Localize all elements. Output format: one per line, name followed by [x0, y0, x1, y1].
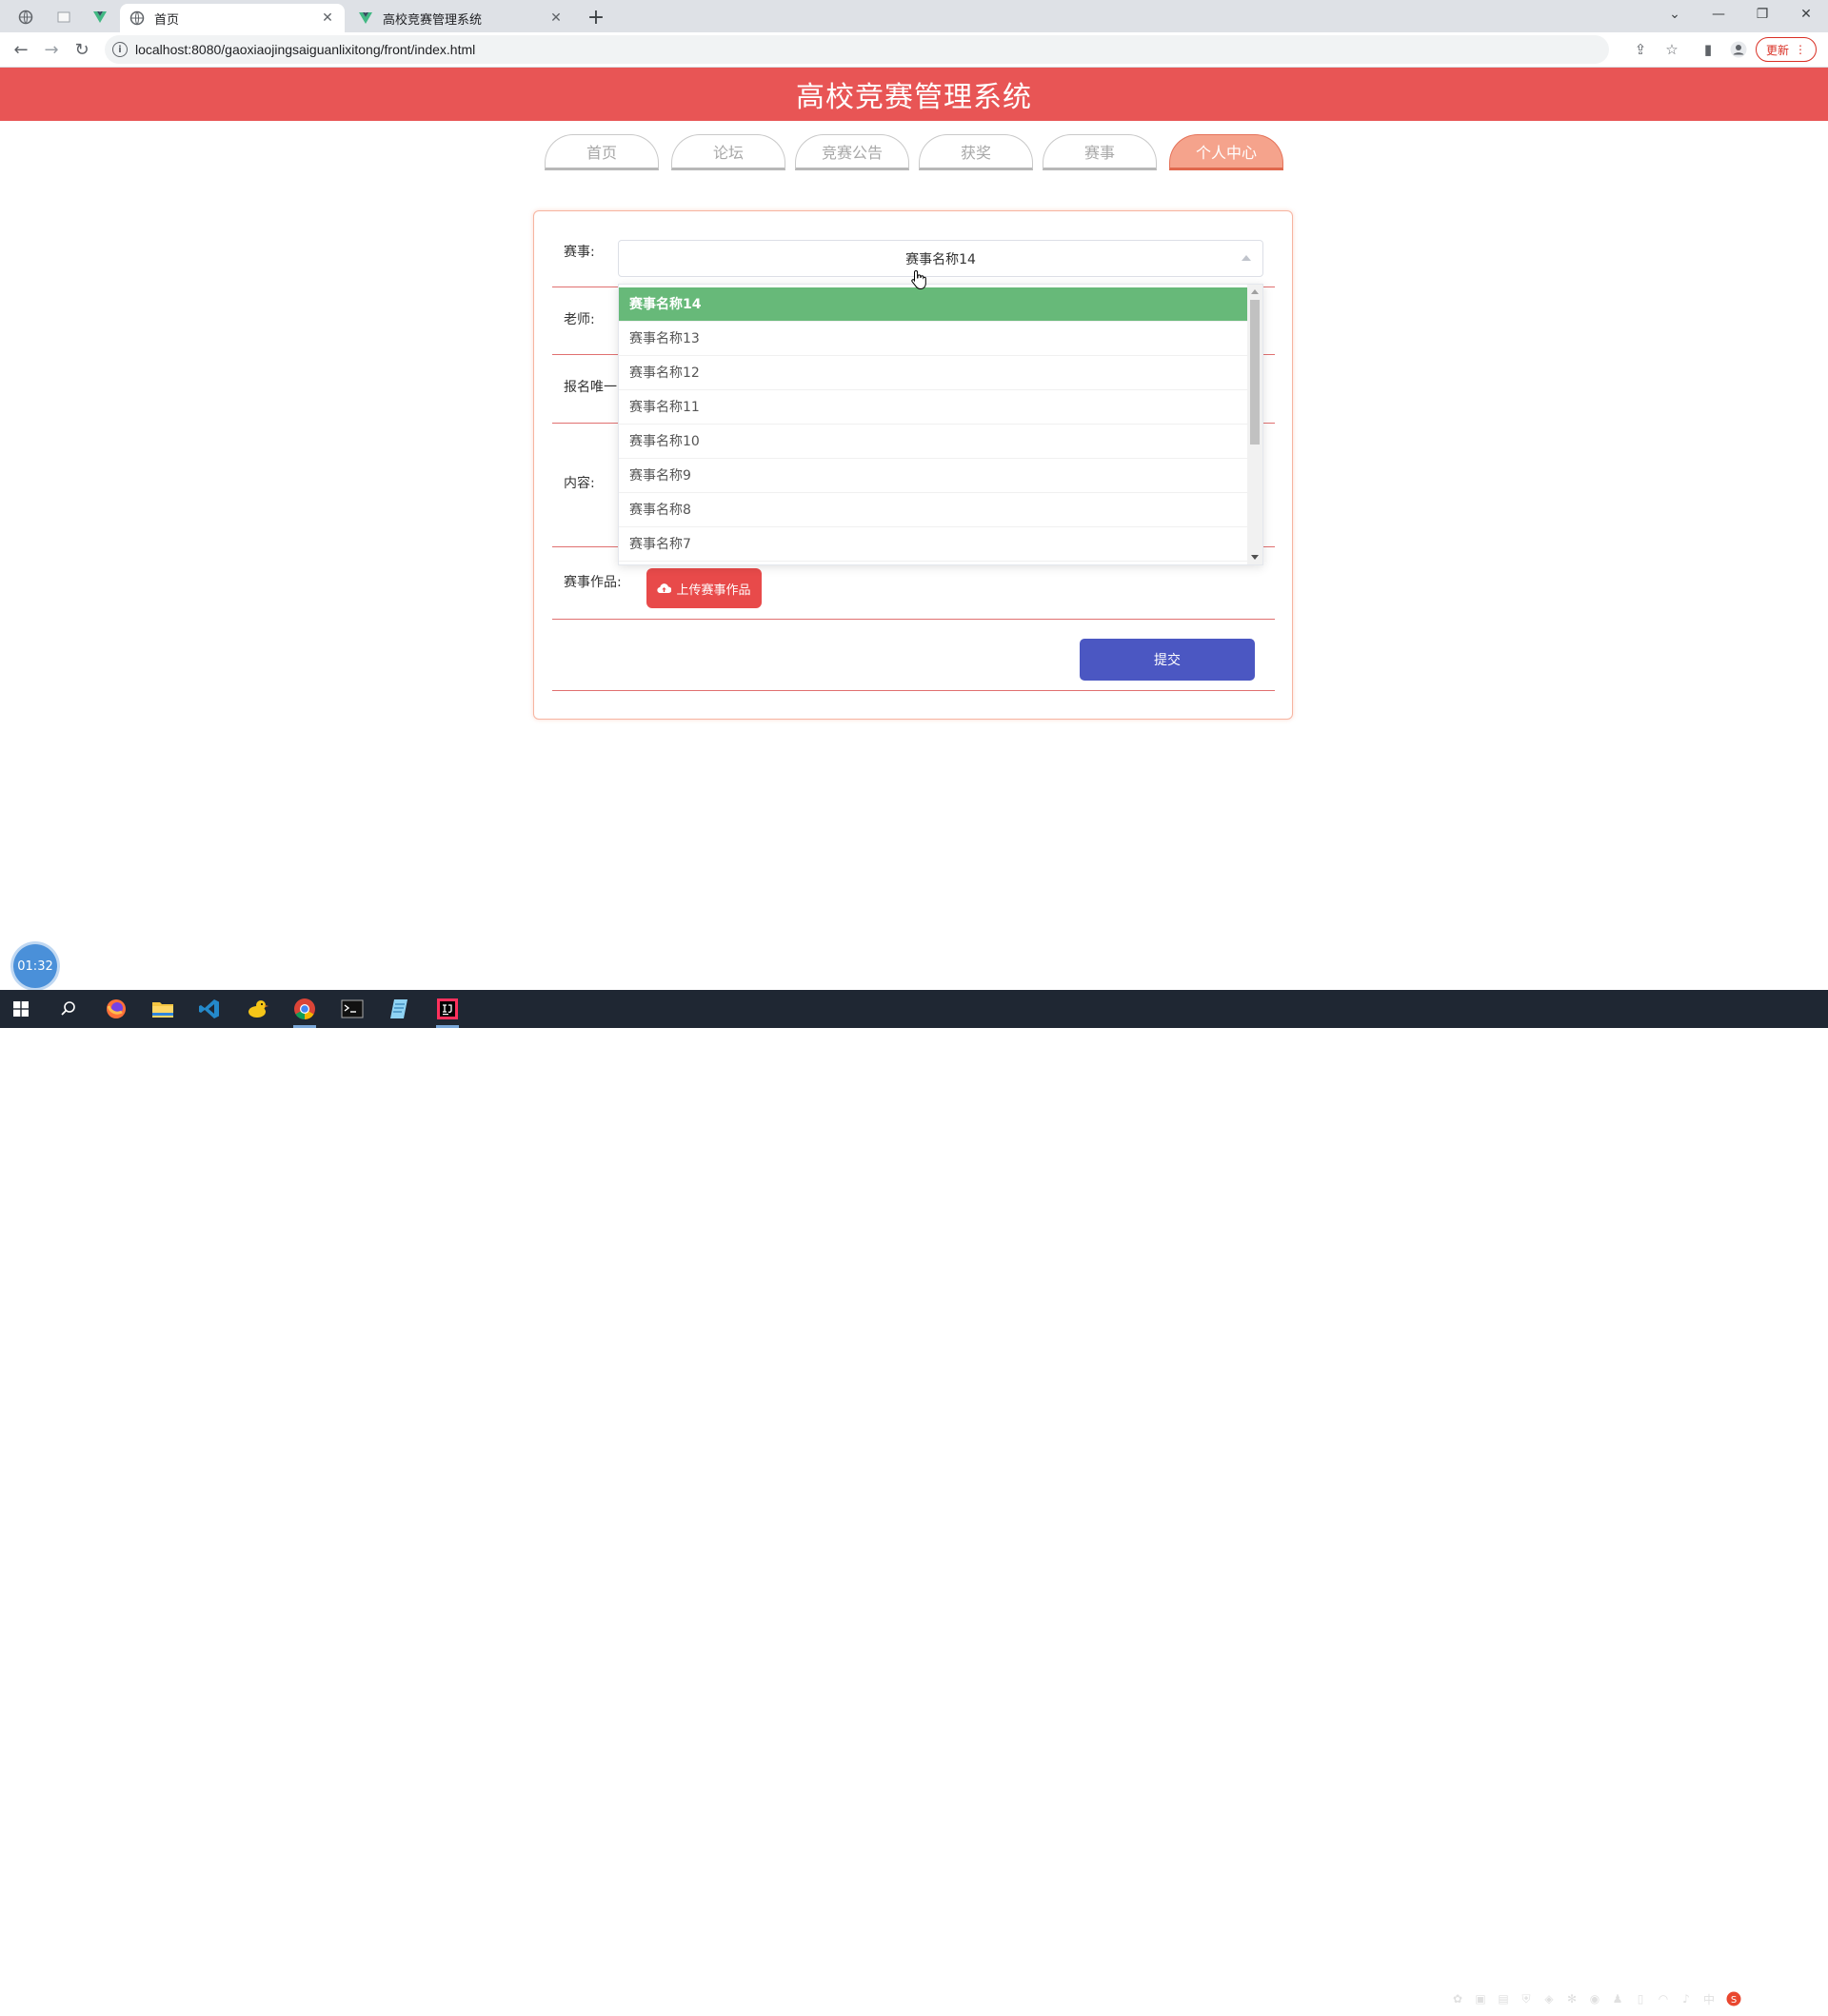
- site-title: 高校竞赛管理系统: [796, 81, 1032, 114]
- work-label: 赛事作品:: [564, 575, 622, 590]
- tray-network-app-icon[interactable]: ✻: [1564, 1991, 1580, 2006]
- url-text[interactable]: localhost:8080/gaoxiaojingsaiguanlixiton…: [135, 42, 475, 57]
- side-panel-icon[interactable]: ▮: [1699, 40, 1718, 59]
- scroll-up-icon[interactable]: [1251, 289, 1259, 294]
- dropdown-option[interactable]: 赛事名称9: [619, 459, 1248, 493]
- chrome-icon[interactable]: [286, 994, 324, 1028]
- dropdown-option[interactable]: 赛事名称7: [619, 527, 1248, 562]
- dropdown-scrollbar[interactable]: [1247, 285, 1262, 564]
- tray-shield-icon[interactable]: ⛨: [1519, 1991, 1534, 2006]
- close-icon[interactable]: ✕: [320, 10, 335, 26]
- nav-profile[interactable]: 个人中心: [1169, 134, 1283, 170]
- duck-app-icon[interactable]: [238, 994, 276, 1024]
- info-icon[interactable]: i: [112, 42, 128, 57]
- event-select-value: 赛事名称14: [905, 251, 976, 267]
- ime-indicator[interactable]: 中: [1701, 1991, 1717, 2006]
- svg-text:S: S: [1731, 1995, 1737, 2006]
- dropdown-option[interactable]: 赛事名称8: [619, 493, 1248, 527]
- volume-icon[interactable]: ♪: [1679, 1991, 1694, 2006]
- update-button[interactable]: 更新 ⋮: [1756, 37, 1817, 62]
- windows-start-icon[interactable]: [2, 994, 40, 1024]
- row-divider: [552, 690, 1275, 691]
- qq-icon[interactable]: ♟: [1610, 1991, 1625, 2006]
- tab-system[interactable]: 高校竞赛管理系统 ✕: [348, 4, 573, 32]
- clock-date: 2023/4/3: [1759, 2001, 1811, 2014]
- teacher-label: 老师:: [564, 312, 595, 327]
- wifi-icon[interactable]: ◠: [1656, 1991, 1671, 2006]
- nav-awards[interactable]: 获奖: [919, 134, 1033, 170]
- taskbar: ✿ ▣ ▤ ⛨ ◈ ✻ ◉ ♟ ▯ ◠ ♪ 中 S 15:40 2023/4/3: [0, 990, 1828, 2014]
- tab-home[interactable]: 首页 ✕: [120, 4, 345, 32]
- dropdown-option[interactable]: 赛事名称13: [619, 322, 1248, 356]
- terminal-icon[interactable]: [333, 994, 371, 1024]
- update-label: 更新: [1765, 43, 1789, 57]
- cloud-upload-icon: [657, 583, 672, 594]
- nav-events[interactable]: 赛事: [1043, 134, 1157, 170]
- browser-toolbar: ← → ↻ i localhost:8080/gaoxiaojingsaigua…: [0, 32, 1828, 68]
- submit-button[interactable]: 提交: [1080, 639, 1255, 681]
- dropdown-option[interactable]: 赛事名称10: [619, 425, 1248, 459]
- signup-id-label: 报名唯一: [564, 380, 617, 395]
- scroll-thumb[interactable]: [1250, 300, 1260, 445]
- tab-search-icon[interactable]: ⌄: [1653, 0, 1697, 29]
- content-label: 内容:: [564, 476, 595, 491]
- row-divider: [552, 619, 1275, 620]
- globe-tab-icon[interactable]: [10, 4, 42, 30]
- nav-announcements[interactable]: 竞赛公告: [795, 134, 909, 170]
- event-dropdown: 赛事名称14 赛事名称13 赛事名称12 赛事名称11 赛事名称10 赛事名称9…: [618, 284, 1263, 565]
- floating-timer[interactable]: 01:32: [13, 944, 57, 988]
- vscode-icon[interactable]: [190, 994, 228, 1024]
- forward-arrow-icon[interactable]: →: [38, 36, 65, 63]
- sogou-input-icon[interactable]: S: [1726, 1991, 1741, 2006]
- firefox-icon[interactable]: [97, 994, 135, 1024]
- vue-icon: [358, 10, 373, 26]
- reload-icon[interactable]: ↻: [69, 36, 95, 63]
- share-icon[interactable]: ⇪: [1631, 40, 1650, 59]
- event-select[interactable]: 赛事名称14: [618, 240, 1263, 277]
- back-arrow-icon[interactable]: ←: [8, 36, 34, 63]
- dropdown-option[interactable]: 赛事名称14: [619, 287, 1248, 322]
- star-icon[interactable]: ☆: [1662, 40, 1681, 59]
- clock-time: 15:40: [1768, 1984, 1802, 1997]
- more-menu-icon: ⋮: [1795, 43, 1806, 56]
- chevron-up-icon: [1242, 255, 1251, 261]
- scroll-down-icon[interactable]: [1251, 555, 1259, 560]
- search-icon[interactable]: [50, 994, 88, 1024]
- address-bar[interactable]: i localhost:8080/gaoxiaojingsaiguanlixit…: [105, 35, 1609, 64]
- tray-intellij-icon[interactable]: ▣: [1473, 1991, 1488, 2006]
- profile-icon[interactable]: [1729, 40, 1748, 59]
- nav-home[interactable]: 首页: [545, 134, 659, 170]
- close-icon[interactable]: ✕: [548, 10, 564, 26]
- usb-icon[interactable]: ▯: [1633, 1991, 1648, 2006]
- tray-folder-icon[interactable]: ▤: [1496, 1991, 1511, 2006]
- tab-title: 首页: [154, 12, 180, 28]
- wechat-icon[interactable]: ◉: [1587, 1991, 1602, 2006]
- file-explorer-icon[interactable]: [144, 994, 182, 1024]
- blank-tab-icon[interactable]: [48, 4, 80, 30]
- nav-forum[interactable]: 论坛: [671, 134, 785, 170]
- tray-game-icon[interactable]: ◈: [1541, 1991, 1557, 2006]
- vue-tab-icon[interactable]: [84, 4, 116, 30]
- notepad-icon[interactable]: [381, 994, 419, 1024]
- close-window-button[interactable]: ✕: [1784, 0, 1828, 29]
- minimize-button[interactable]: —: [1697, 0, 1740, 29]
- upload-work-button[interactable]: 上传赛事作品: [646, 568, 762, 608]
- globe-icon: [129, 10, 145, 26]
- hand-cursor-icon: [911, 269, 926, 290]
- tray-app-icon[interactable]: ✿: [1450, 1991, 1465, 2006]
- dropdown-option[interactable]: 赛事名称12: [619, 356, 1248, 390]
- browser-tab-strip: 首页 ✕ 高校竞赛管理系统 ✕ + ⌄ — ❐ ✕: [0, 0, 1828, 32]
- upload-label: 上传赛事作品: [676, 583, 751, 598]
- restore-button[interactable]: ❐: [1740, 0, 1784, 29]
- event-label: 赛事:: [564, 245, 595, 260]
- site-header: 高校竞赛管理系统: [0, 68, 1828, 121]
- system-clock[interactable]: 15:40 2023/4/3: [1752, 1982, 1818, 2016]
- new-tab-button[interactable]: +: [583, 6, 609, 30]
- tab-title: 高校竞赛管理系统: [383, 12, 483, 28]
- dropdown-option[interactable]: 赛事名称11: [619, 390, 1248, 425]
- intellij-icon[interactable]: [428, 994, 467, 1028]
